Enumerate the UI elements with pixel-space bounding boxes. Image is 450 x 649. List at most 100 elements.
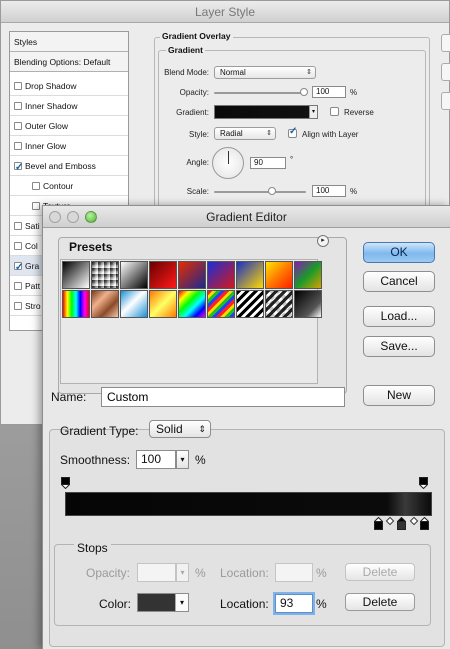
stop-opacity-label: Opacity: <box>86 566 131 580</box>
checkbox-checked[interactable] <box>14 258 23 275</box>
preset-white-black[interactable] <box>120 261 148 289</box>
preset-stripes[interactable] <box>236 290 264 318</box>
gradient-type-popup[interactable]: Solid ⇕ <box>149 420 211 438</box>
sidebar-item-label: Bevel and Emboss <box>25 161 96 171</box>
load-button[interactable]: Load... <box>363 306 435 327</box>
opacity-location-input[interactable] <box>275 563 313 582</box>
popup-arrows-icon: ⇕ <box>266 130 272 137</box>
close-window-icon[interactable] <box>49 211 61 223</box>
opacity-slider-knob[interactable] <box>300 88 308 96</box>
name-input[interactable] <box>101 387 345 407</box>
preset-spectrum-diagonal[interactable] <box>178 290 206 318</box>
opacity-input[interactable]: 100 <box>312 86 346 98</box>
preset-foreground-transparent[interactable] <box>91 261 119 289</box>
checkbox[interactable] <box>14 122 22 130</box>
opacity-slider[interactable] <box>214 92 306 94</box>
angle-dial[interactable] <box>212 147 244 179</box>
preset-black-white[interactable] <box>62 261 90 289</box>
cancel-button[interactable]: Cancel <box>363 271 435 292</box>
zoom-window-icon[interactable] <box>85 211 97 223</box>
preset-yellow-orange[interactable] <box>265 261 293 289</box>
blend-mode-popup[interactable]: Normal ⇕ <box>214 66 316 79</box>
checkbox[interactable] <box>14 282 22 290</box>
gradient-label: Gradient: <box>176 108 209 117</box>
opacity-label: Opacity: <box>179 88 209 97</box>
align-with-layer-checkbox[interactable] <box>288 126 297 138</box>
sidebar-item-label: Inner Glow <box>25 141 67 151</box>
checkbox[interactable] <box>14 242 22 250</box>
sidebar-item-outer-glow[interactable]: Outer Glow <box>10 116 128 136</box>
sidebar-styles-header[interactable]: Styles <box>10 32 128 52</box>
sidebar-blending-options[interactable]: Blending Options: Default <box>10 52 128 72</box>
preset-chrome[interactable] <box>120 290 148 318</box>
sidebar-item-contour[interactable]: Contour <box>10 176 128 196</box>
preset-transparent-rainbow[interactable] <box>207 290 235 318</box>
sidebar-item-inner-shadow[interactable]: Inner Shadow <box>10 96 128 116</box>
checkbox[interactable] <box>32 182 40 190</box>
style-value: Radial <box>220 129 243 138</box>
style-popup[interactable]: Radial ⇕ <box>214 127 276 140</box>
sidebar-item-inner-glow[interactable]: Inner Glow <box>10 136 128 156</box>
opacity-stop-left-icon[interactable] <box>61 477 70 489</box>
sidebar-item-label: Gra <box>25 261 40 271</box>
ok-button[interactable]: OK <box>363 242 435 263</box>
scale-slider[interactable] <box>214 191 306 193</box>
minimize-window-icon[interactable] <box>67 211 79 223</box>
presets-menu-icon[interactable]: ▸ <box>317 235 329 247</box>
color-location-input[interactable]: 93 <box>275 594 313 613</box>
opacity-location-unit: % <box>316 566 327 580</box>
style-label: Style: <box>188 130 209 139</box>
smoothness-dropdown-icon[interactable]: ▾ <box>176 450 189 469</box>
sidebar-item-bevel-emboss[interactable]: Bevel and Emboss <box>10 156 128 176</box>
preset-violet-green-orange[interactable] <box>294 261 322 289</box>
opacity-stop-right-icon[interactable] <box>419 477 428 489</box>
color-stop-right-icon[interactable] <box>420 517 429 530</box>
checkbox[interactable] <box>14 222 22 230</box>
checkbox[interactable] <box>14 142 22 150</box>
checkbox[interactable] <box>14 102 22 110</box>
sidebar-item-label: Inner Shadow <box>25 101 78 111</box>
new-button[interactable]: New <box>363 385 435 406</box>
stops-groupbox <box>54 544 431 626</box>
gradient-preview-bar[interactable] <box>65 492 432 516</box>
angle-input[interactable]: 90 <box>250 157 286 169</box>
scale-input[interactable]: 100 <box>312 185 346 197</box>
section-title: Gradient Overlay <box>160 31 233 41</box>
checkbox[interactable] <box>14 82 22 90</box>
checkbox[interactable] <box>14 302 22 310</box>
preset-custom[interactable] <box>294 290 322 318</box>
dropdown-arrow-icon[interactable]: ▾ <box>309 106 317 118</box>
save-button[interactable]: Save... <box>363 336 435 357</box>
checkbox[interactable] <box>32 202 40 210</box>
preset-transparent-stripes[interactable] <box>265 290 293 318</box>
preset-copper[interactable] <box>91 290 119 318</box>
color-stop-icon[interactable] <box>374 517 383 530</box>
reverse-checkbox[interactable] <box>330 107 339 116</box>
smoothness-input[interactable]: 100 <box>136 450 176 469</box>
layer-style-new-style-button[interactable] <box>441 92 450 110</box>
layer-style-ok-button[interactable] <box>441 34 450 52</box>
checkbox-checked[interactable] <box>14 158 23 175</box>
preset-blue-red[interactable] <box>207 261 235 289</box>
stop-opacity-dropdown-icon[interactable]: ▾ <box>176 563 189 582</box>
color-stop-selected-icon[interactable] <box>397 517 406 530</box>
stop-opacity-input[interactable] <box>137 563 176 582</box>
blend-mode-value: Normal <box>220 68 246 77</box>
layer-style-cancel-button[interactable] <box>441 63 450 81</box>
color-location-unit: % <box>316 597 327 611</box>
delete-opacity-stop-button[interactable]: Delete <box>345 563 415 581</box>
opacity-unit: % <box>350 88 358 97</box>
gradient-preview-swatch[interactable]: ▾ <box>214 105 318 119</box>
preset-spectrum[interactable] <box>62 290 90 318</box>
preset-violet-orange[interactable] <box>178 261 206 289</box>
scale-slider-knob[interactable] <box>268 187 276 195</box>
popup-arrows-icon: ⇕ <box>198 424 206 434</box>
delete-color-stop-button[interactable]: Delete <box>345 593 415 611</box>
color-dropdown-icon[interactable]: ▾ <box>175 594 188 611</box>
sidebar-item-drop-shadow[interactable]: Drop Shadow <box>10 76 128 96</box>
stop-color-well[interactable]: ▾ <box>137 593 189 612</box>
reverse-label: Reverse <box>344 108 374 117</box>
preset-blue-yellow[interactable] <box>236 261 264 289</box>
preset-orange-yellow[interactable] <box>149 290 177 318</box>
preset-red[interactable] <box>149 261 177 289</box>
